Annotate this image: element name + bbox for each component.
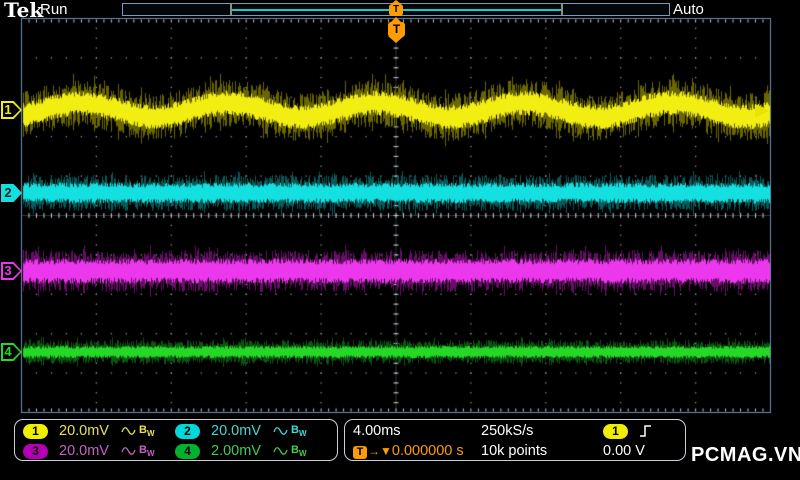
marker-channel-number: 4 [4, 344, 12, 359]
ac-sine-icon [273, 427, 288, 435]
trigger-t-icon: T [353, 446, 367, 459]
graticule-and-waveforms-canvas [0, 0, 800, 480]
bandwidth-limit-icon: BW [291, 423, 307, 439]
channel-4-indicators: BW [273, 444, 323, 458]
trigger-position-readout: T →▼0.000000 s [353, 443, 481, 459]
channel-3-indicators: BW [121, 444, 175, 458]
ac-sine-icon [273, 447, 288, 455]
channel-1-badge[interactable]: 1 [23, 424, 48, 439]
trigger-marker-icon: ▼ [380, 444, 392, 458]
oscilloscope-screen: Tek Run Auto T T 1 2 3 4 1 20.0mV BW 2 2… [0, 0, 800, 480]
ac-sine-icon [121, 447, 136, 455]
ac-sine-icon [121, 427, 136, 435]
run-status-label: Run [40, 1, 68, 18]
watermark: PCMAG.VN [691, 444, 800, 466]
bandwidth-limit-icon: BW [139, 443, 155, 459]
channel-3-position-marker[interactable]: 3 [1, 262, 22, 280]
channel-1-indicators: BW [121, 424, 175, 438]
channel-3-badge[interactable]: 3 [23, 444, 48, 459]
channel-readout-box: 1 20.0mV BW 2 20.0mV BW 3 20.0mV BW 4 2.… [14, 419, 338, 461]
marker-channel-number: 3 [4, 263, 12, 278]
channel-2-badge[interactable]: 2 [175, 424, 200, 439]
channel-4-scale: 2.00mV [211, 443, 261, 459]
sample-rate: 250kS/s [481, 423, 534, 439]
channel-4-badge[interactable]: 4 [175, 444, 200, 459]
marker-channel-number: 1 [4, 102, 12, 117]
record-length: 10k points [481, 443, 548, 459]
channel-3-scale: 20.0mV [59, 443, 109, 459]
record-window-bracket-right [561, 4, 563, 15]
trigger-source-cell: 1 [603, 423, 685, 439]
channel-2-scale: 20.0mV [211, 423, 261, 439]
trigger-record-marker-icon[interactable]: T [389, 4, 403, 16]
trigger-position-value: 0.000000 s [391, 443, 464, 459]
record-window-bracket-left [230, 4, 232, 15]
trigger-arrow-icon: → [368, 444, 380, 458]
trigger-level-arrow-icon[interactable] [755, 104, 769, 118]
trigger-level-value: 0.00 V [603, 443, 645, 459]
trigger-flag-tip-icon [388, 36, 404, 43]
channel-1-scale: 20.0mV [59, 423, 109, 439]
trigger-source-badge: 1 [603, 424, 628, 439]
channel-1-position-marker[interactable]: 1 [1, 101, 22, 119]
trigger-position-flag[interactable]: T [388, 22, 405, 37]
bandwidth-limit-icon: BW [139, 423, 155, 439]
channel-2-position-marker[interactable]: 2 [1, 184, 22, 202]
marker-channel-number: 2 [4, 185, 12, 200]
bandwidth-limit-icon: BW [291, 443, 307, 459]
acquisition-mode-label: Auto [673, 1, 704, 18]
tek-logo: Tek [4, 0, 44, 22]
horizontal-scale: 4.00ms [353, 423, 401, 439]
rising-edge-slope-icon [640, 425, 652, 437]
channel-4-position-marker[interactable]: 4 [1, 343, 22, 361]
horizontal-trigger-readout-box: 4.00ms 250kS/s 1 T →▼0.000000 s 10k point… [344, 419, 686, 461]
channel-2-indicators: BW [273, 424, 323, 438]
